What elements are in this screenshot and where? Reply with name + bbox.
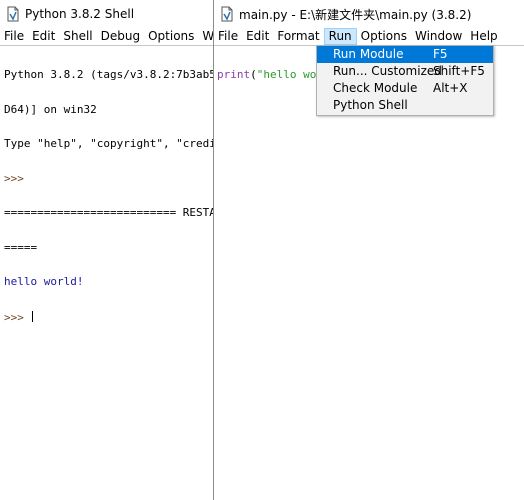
editor-menubar: File Edit Format Run Options Window Help: [214, 28, 524, 45]
run-customized-label: Run... Customized: [333, 64, 442, 78]
menu-item-python-shell[interactable]: Python Shell: [317, 97, 493, 114]
shell-title: Python 3.8.2 Shell: [25, 7, 135, 21]
shell-active-prompt: >>>: [4, 310, 31, 324]
check-module-label: Check Module: [333, 81, 418, 95]
editor-menu-format[interactable]: Format: [273, 28, 323, 45]
shell-menu-shell[interactable]: Shell: [59, 28, 96, 45]
shell-titlebar[interactable]: Python 3.8.2 Shell: [0, 0, 213, 28]
editor-menu-file[interactable]: File: [214, 28, 242, 45]
shell-menu-window[interactable]: Wind: [198, 28, 213, 45]
editor-menu-options[interactable]: Options: [357, 28, 411, 45]
shell-restart-line: ========================== RESTA: [4, 206, 213, 219]
idle-file-icon: [221, 6, 233, 22]
shell-menu-options[interactable]: Options: [144, 28, 198, 45]
shell-window: Python 3.8.2 Shell File Edit Shell Debug…: [0, 0, 214, 500]
editor-titlebar[interactable]: main.py - E:\新建文件夹\main.py (3.8.2): [214, 0, 524, 28]
check-module-shortcut: Alt+X: [433, 81, 468, 95]
menu-item-run-customized[interactable]: Run... Customized Shift+F5: [317, 63, 493, 80]
shell-line-platform: D64)] on win32: [4, 102, 97, 116]
editor-menu-edit[interactable]: Edit: [242, 28, 273, 45]
python-shell-label: Python Shell: [333, 98, 408, 112]
menu-item-check-module[interactable]: Check Module Alt+X: [317, 80, 493, 97]
run-module-shortcut: F5: [433, 47, 448, 61]
shell-menu-edit[interactable]: Edit: [28, 28, 59, 45]
shell-menubar: File Edit Shell Debug Options Wind: [0, 28, 213, 45]
shell-line-banner: Python 3.8.2 (tags/v3.8.2:7b3ab59: [4, 68, 213, 81]
shell-text-area[interactable]: Python 3.8.2 (tags/v3.8.2:7b3ab59 D64)] …: [0, 45, 213, 500]
shell-line-help: Type "help", "copyright", "credit: [4, 137, 213, 150]
shell-menu-debug[interactable]: Debug: [97, 28, 144, 45]
editor-menu-help[interactable]: Help: [466, 28, 501, 45]
run-module-label: Run Module: [333, 47, 404, 61]
editor-title: main.py - E:\新建文件夹\main.py (3.8.2): [239, 7, 472, 22]
shell-prompt: >>>: [4, 171, 31, 185]
editor-menu-run[interactable]: Run: [323, 28, 357, 45]
code-string: "hello wor: [256, 68, 323, 81]
run-dropdown-menu: Run Module F5 Run... Customized Shift+F5…: [316, 45, 494, 116]
run-customized-shortcut: Shift+F5: [433, 64, 485, 78]
shell-menu-file[interactable]: File: [0, 28, 28, 45]
shell-output-line: hello world!: [4, 275, 84, 288]
code-paren: (: [250, 68, 257, 81]
idle-file-icon: [7, 6, 19, 22]
text-cursor: [31, 310, 33, 322]
editor-menu-window[interactable]: Window: [411, 28, 466, 45]
menu-item-run-module[interactable]: Run Module F5: [317, 46, 493, 63]
shell-restart-line-cont: =====: [4, 240, 38, 254]
code-builtin-print: print: [217, 68, 251, 81]
